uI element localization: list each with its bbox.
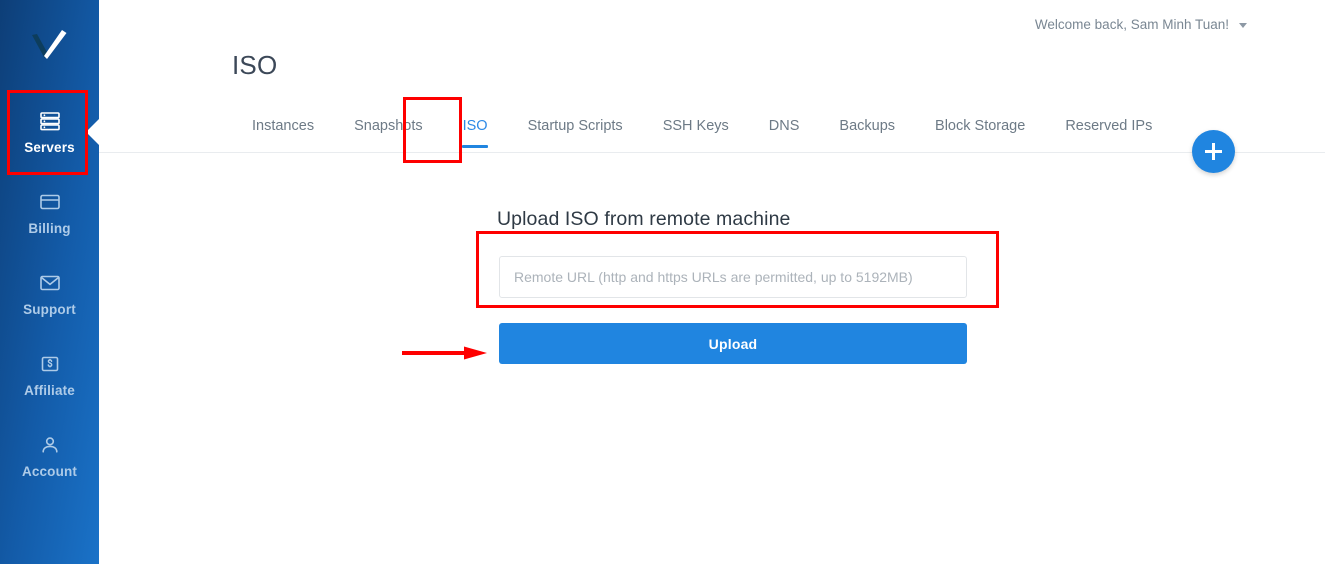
tab-reserved-ips[interactable]: Reserved IPs <box>1045 100 1172 152</box>
sidebar-item-affiliate[interactable]: Affiliate <box>0 335 99 416</box>
sidebar-item-label: Support <box>23 302 76 318</box>
annotation-arrow-to-upload <box>402 346 487 360</box>
upload-button[interactable]: Upload <box>499 323 967 364</box>
tab-startup-scripts[interactable]: Startup Scripts <box>508 100 643 152</box>
sidebar-item-label: Affiliate <box>24 383 75 399</box>
vultr-console-page: Servers Billing Support Affiliate Accoun… <box>0 0 1325 564</box>
envelope-icon <box>39 275 60 291</box>
tab-instances[interactable]: Instances <box>232 100 334 152</box>
add-button[interactable] <box>1192 130 1235 173</box>
tab-list: Instances Snapshots ISO Startup Scripts … <box>232 100 1172 152</box>
credit-card-icon <box>39 194 60 210</box>
tab-bar: Instances Snapshots ISO Startup Scripts … <box>99 100 1325 153</box>
sidebar-item-account[interactable]: Account <box>0 416 99 497</box>
sidebar-nav: Servers Billing Support Affiliate Accoun… <box>0 92 99 497</box>
sidebar-item-label: Servers <box>24 140 75 156</box>
page-title: ISO <box>232 50 278 80</box>
sidebar: Servers Billing Support Affiliate Accoun… <box>0 0 99 564</box>
sidebar-item-servers[interactable]: Servers <box>0 92 99 173</box>
welcome-greeting: Welcome back, Sam Minh Tuan! <box>1034 17 1229 32</box>
tab-block-storage[interactable]: Block Storage <box>915 100 1045 152</box>
sidebar-item-label: Billing <box>28 221 71 237</box>
sidebar-item-support[interactable]: Support <box>0 254 99 335</box>
remote-url-input[interactable] <box>499 256 967 298</box>
chevron-down-icon[interactable] <box>1239 23 1247 28</box>
plus-icon <box>1205 143 1222 160</box>
dollar-box-icon <box>41 356 58 372</box>
user-person-icon <box>41 437 58 453</box>
sidebar-item-billing[interactable]: Billing <box>0 173 99 254</box>
vultr-checkmark-logo-icon <box>31 30 66 59</box>
tab-backups[interactable]: Backups <box>819 100 915 152</box>
servers-stack-icon <box>39 112 60 131</box>
tab-snapshots[interactable]: Snapshots <box>334 100 443 152</box>
sidebar-item-label: Account <box>21 464 78 480</box>
brand-logo[interactable] <box>0 8 99 78</box>
tab-iso[interactable]: ISO <box>443 100 508 152</box>
tab-ssh-keys[interactable]: SSH Keys <box>643 100 749 152</box>
tab-dns[interactable]: DNS <box>749 100 820 152</box>
upload-iso-heading: Upload ISO from remote machine <box>497 208 791 230</box>
